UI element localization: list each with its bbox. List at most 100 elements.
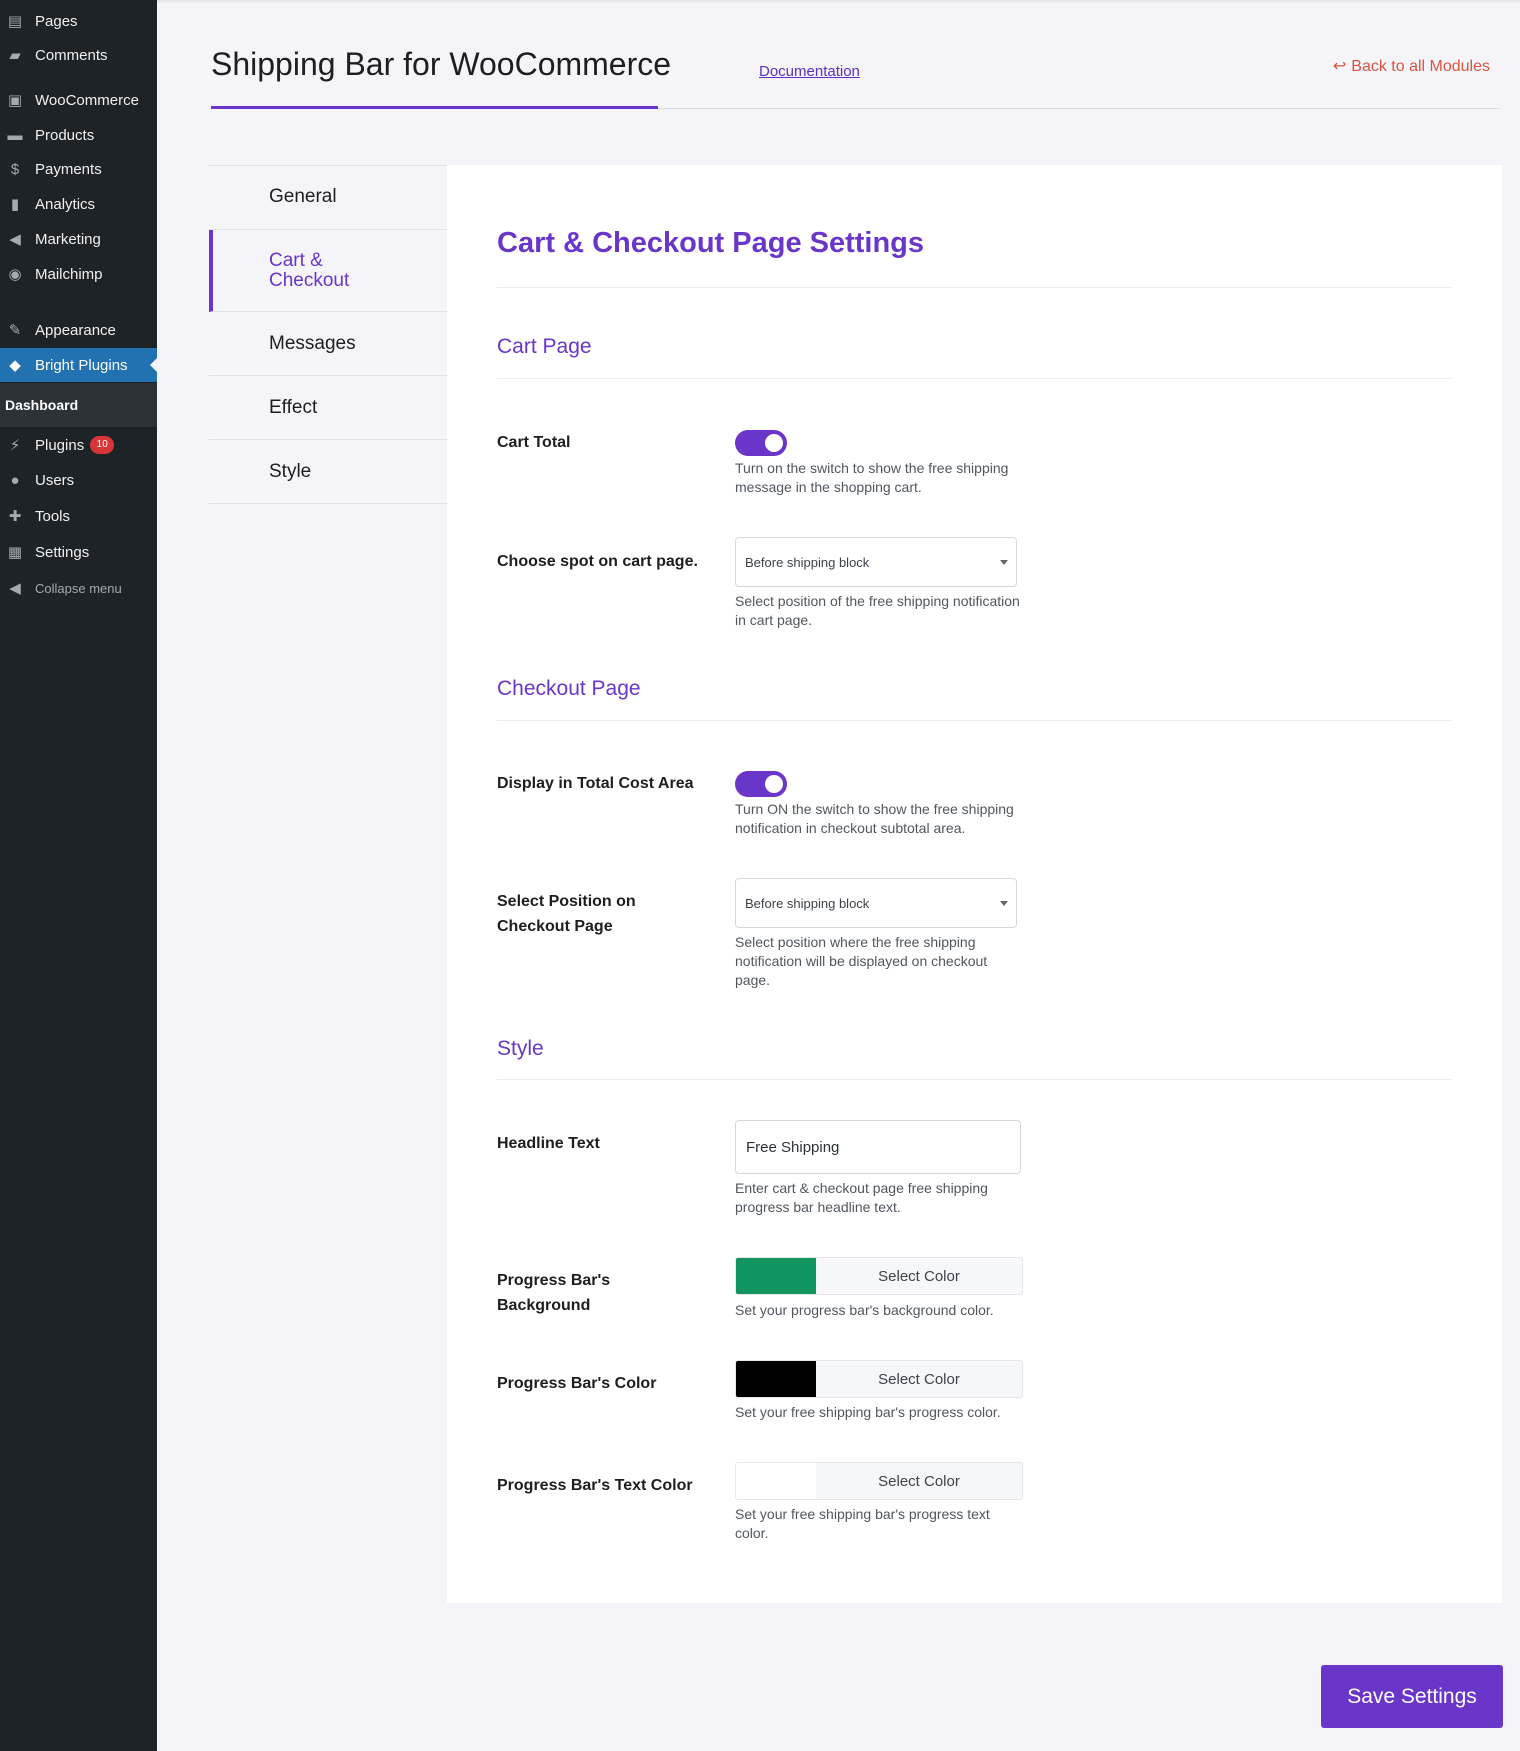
- checkout-position-label: Select Position on Checkout Page: [497, 893, 636, 935]
- total-cost-area-label: Display in Total Cost Area: [497, 775, 694, 792]
- admin-sidebar: ▤ Pages ▰ Comments ▣ WooCommerce ▬ Produ…: [0, 0, 157, 1751]
- tab-cart-checkout[interactable]: Cart & Checkout: [209, 230, 447, 312]
- sidebar-item-bright-plugins[interactable]: ◆ Bright Plugins: [0, 348, 157, 382]
- sidebar-item-label: Bright Plugins: [35, 356, 128, 374]
- bar-background-label: Progress Bar's Background: [497, 1272, 611, 1314]
- tab-label: General: [269, 186, 337, 207]
- sidebar-item-marketing[interactable]: ◀ Marketing: [0, 222, 157, 256]
- tab-style[interactable]: Style: [209, 440, 447, 504]
- update-count-badge: 10: [90, 436, 115, 454]
- bar-color-color-picker[interactable]: Select Color: [735, 1360, 1023, 1398]
- title-divider: [497, 287, 1452, 288]
- total-cost-area-toggle[interactable]: [735, 771, 787, 797]
- tab-label: Effect: [269, 396, 318, 418]
- documentation-link[interactable]: Documentation: [759, 63, 860, 80]
- sidebar-submenu-dashboard[interactable]: Dashboard: [0, 383, 157, 427]
- section-title-cart-page: Cart Page: [497, 335, 592, 358]
- bar-color-label: Progress Bar's Color: [497, 1375, 657, 1392]
- sidebar-item-mailchimp[interactable]: ◉ Mailchimp: [0, 257, 157, 291]
- page-title: Shipping Bar for WooCommerce: [211, 46, 672, 82]
- cart-total-description: Turn on the switch to show the free ship…: [735, 460, 1009, 495]
- cart-total-toggle[interactable]: [735, 430, 787, 456]
- toggle-knob: [765, 434, 783, 452]
- headline-text-label: Headline Text: [497, 1135, 600, 1152]
- sidebar-item-label: Marketing: [35, 230, 101, 248]
- woocommerce-icon: ▣: [7, 92, 23, 109]
- submenu-label: Dashboard: [5, 397, 79, 413]
- users-icon: ●: [10, 471, 20, 489]
- chevron-down-icon: [1000, 901, 1008, 906]
- collapse-icon: ◀: [9, 580, 21, 597]
- sidebar-item-users[interactable]: ● Users: [0, 463, 157, 497]
- bar-text-color-picker[interactable]: Select Color: [735, 1462, 1023, 1500]
- tab-general[interactable]: General: [209, 165, 447, 230]
- sidebar-item-label: Payments: [35, 160, 102, 178]
- back-to-modules-link[interactable]: ↩ Back to all Modules: [1333, 56, 1490, 76]
- chevron-down-icon: [1000, 560, 1008, 565]
- section-divider: [497, 1079, 1452, 1080]
- active-indicator-arrow: [150, 358, 157, 372]
- sidebar-item-label: Mailchimp: [35, 265, 103, 283]
- sidebar-item-analytics[interactable]: ▮ Analytics: [0, 187, 157, 221]
- title-underline: [211, 106, 658, 109]
- appearance-icon: ✎: [8, 322, 22, 339]
- tab-messages[interactable]: Messages: [209, 312, 447, 376]
- sidebar-item-label: Plugins: [35, 436, 85, 454]
- sidebar-item-comments[interactable]: ▰ Comments: [0, 38, 157, 72]
- save-settings-button[interactable]: Save Settings: [1321, 1665, 1503, 1728]
- select-value: Before shipping block: [745, 554, 870, 570]
- settings-icon: ▦: [7, 544, 23, 561]
- sidebar-item-woocommerce[interactable]: ▣ WooCommerce: [0, 83, 157, 117]
- settings-tabs: General Cart & Checkout Messages Effect …: [209, 165, 447, 504]
- total-cost-area-description: Turn ON the switch to show the free ship…: [735, 801, 1014, 836]
- sidebar-item-label: Tools: [35, 507, 71, 525]
- cart-spot-select[interactable]: Before shipping block: [735, 537, 1017, 587]
- checkout-position-description: Select position where the free shipping …: [735, 934, 988, 988]
- sidebar-item-pages[interactable]: ▤ Pages: [0, 4, 157, 38]
- select-color-button[interactable]: Select Color: [816, 1463, 1022, 1499]
- tab-label: Cart & Checkout: [269, 249, 350, 291]
- select-color-button[interactable]: Select Color: [816, 1258, 1022, 1294]
- tab-effect[interactable]: Effect: [209, 376, 447, 440]
- comments-icon: ▰: [9, 47, 21, 64]
- toggle-knob: [765, 775, 783, 793]
- sidebar-item-label: Settings: [35, 543, 90, 561]
- sidebar-item-products[interactable]: ▬ Products: [0, 118, 157, 152]
- analytics-icon: ▮: [10, 196, 20, 213]
- sidebar-item-label: Comments: [35, 46, 108, 64]
- settings-panel: Cart & Checkout Page Settings Cart Page …: [447, 165, 1502, 1603]
- pages-icon: ▤: [7, 13, 23, 30]
- collapse-menu-button[interactable]: ◀ Collapse menu: [0, 571, 157, 605]
- payments-icon: $: [10, 160, 20, 178]
- bar-color-description: Set your free shipping bar's progress co…: [735, 1404, 1001, 1420]
- sidebar-item-tools[interactable]: ✚ Tools: [0, 499, 157, 533]
- select-color-button[interactable]: Select Color: [816, 1361, 1022, 1397]
- sidebar-item-plugins[interactable]: ⚡ Plugins 10: [0, 428, 157, 462]
- panel-title: Cart & Checkout Page Settings: [497, 227, 925, 259]
- bar-background-color-picker[interactable]: Select Color: [735, 1257, 1023, 1295]
- tab-label: Style: [269, 460, 312, 482]
- color-swatch: [736, 1258, 816, 1294]
- header-divider: [658, 108, 1500, 109]
- sidebar-item-label: Products: [35, 126, 95, 144]
- bar-background-description: Set your progress bar's background color…: [735, 1302, 994, 1318]
- bright-plugins-icon: ◆: [9, 357, 21, 374]
- headline-text-input[interactable]: [735, 1120, 1021, 1174]
- section-divider: [497, 720, 1452, 721]
- marketing-icon: ◀: [9, 231, 21, 248]
- sidebar-item-label: Users: [35, 471, 75, 489]
- select-value: Before shipping block: [745, 895, 870, 911]
- tools-icon: ✚: [8, 508, 22, 525]
- sidebar-item-payments[interactable]: $ Payments: [0, 152, 157, 186]
- sidebar-item-label: WooCommerce: [35, 91, 139, 109]
- section-divider: [497, 378, 1452, 379]
- sidebar-item-label: Collapse menu: [35, 580, 122, 596]
- checkout-position-select[interactable]: Before shipping block: [735, 878, 1017, 928]
- reply-arrow-icon: ↩: [1332, 58, 1347, 75]
- tab-label: Messages: [269, 332, 356, 354]
- sidebar-item-settings[interactable]: ▦ Settings: [0, 535, 157, 569]
- section-title-checkout-page: Checkout Page: [497, 677, 641, 700]
- cart-total-label: Cart Total: [497, 434, 571, 451]
- sidebar-item-appearance[interactable]: ✎ Appearance: [0, 313, 157, 347]
- plugins-icon: ⚡: [9, 437, 21, 454]
